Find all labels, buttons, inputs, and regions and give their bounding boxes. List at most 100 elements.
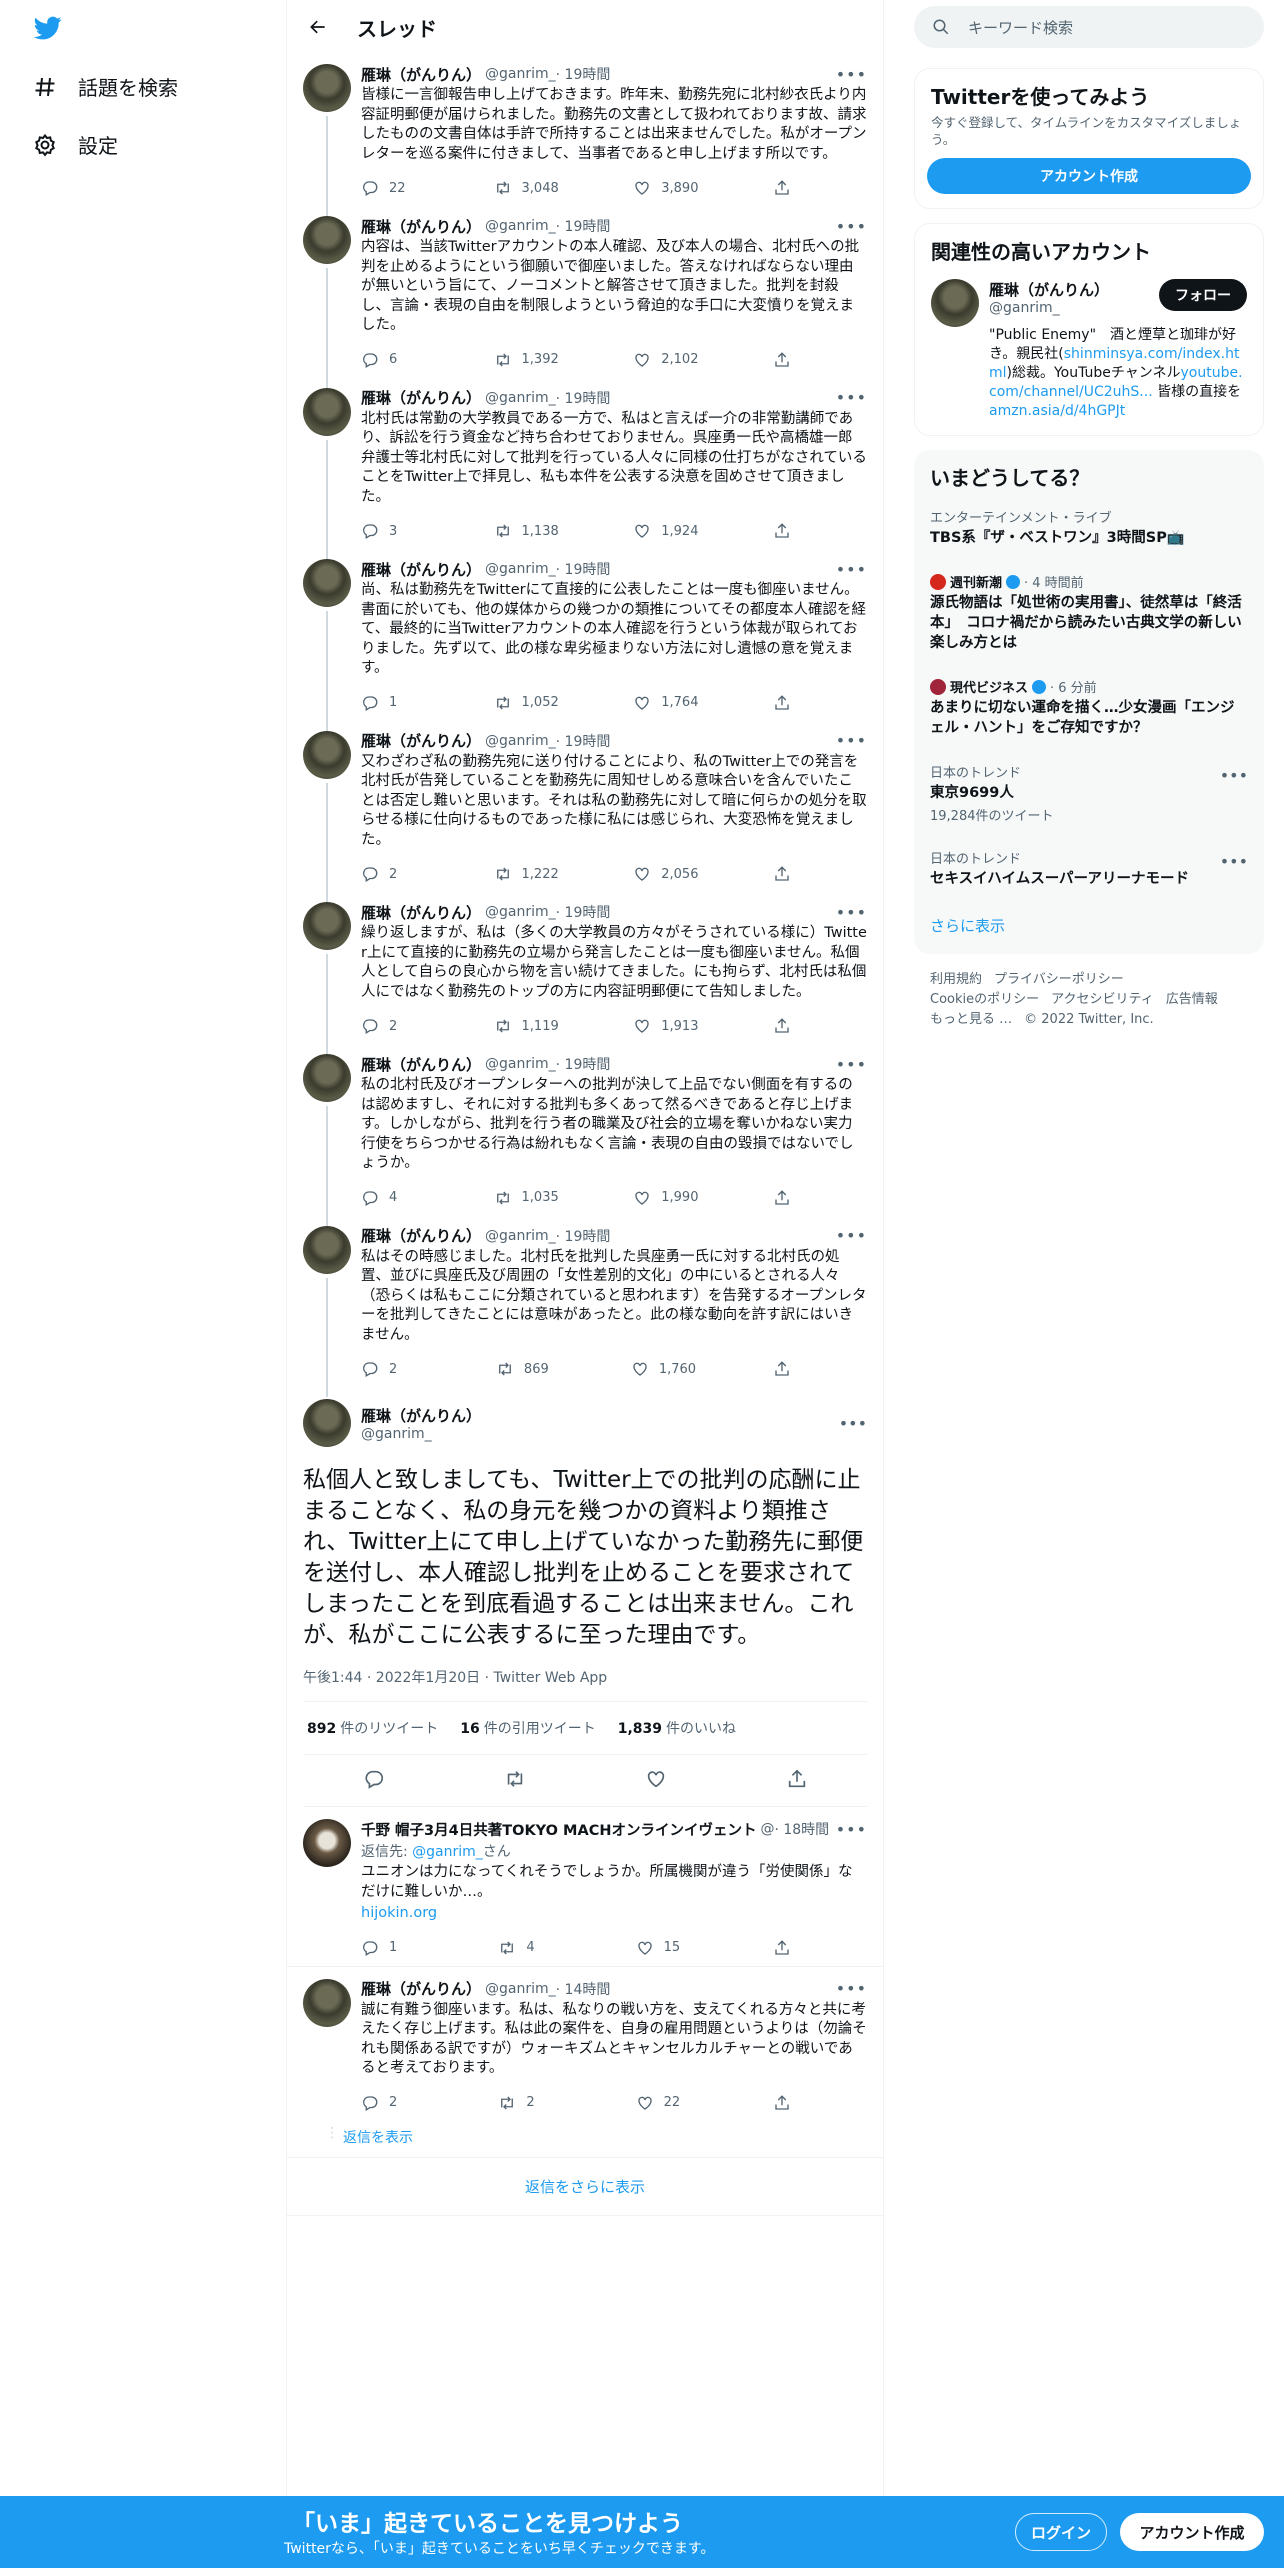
- avatar[interactable]: [931, 279, 979, 327]
- account-handle[interactable]: @ganrim_: [989, 300, 1109, 316]
- reply-button[interactable]: 6: [361, 351, 419, 369]
- more-icon[interactable]: •••: [836, 1820, 867, 1839]
- avatar[interactable]: [303, 1399, 351, 1447]
- show-replies-link[interactable]: ⋮ 返信を表示: [287, 2121, 883, 2157]
- more-icon[interactable]: •••: [836, 1979, 867, 1998]
- reply-button[interactable]: 2: [361, 1360, 419, 1378]
- retweet-button[interactable]: 1,035: [494, 1189, 559, 1207]
- author-handle[interactable]: @: [760, 1821, 774, 1837]
- author-name[interactable]: 雁琳（がんりん）: [361, 216, 481, 237]
- avatar[interactable]: [303, 1054, 351, 1102]
- avatar[interactable]: [303, 902, 351, 950]
- author-name[interactable]: 雁琳（がんりん）: [361, 1405, 481, 1426]
- tweet-timestamp[interactable]: 午後1:44 · 2022年1月20日 · Twitter Web App: [303, 1667, 867, 1702]
- author-handle[interactable]: @ganrim_: [485, 390, 556, 406]
- retweet-button[interactable]: 1,222: [494, 865, 559, 883]
- account-name[interactable]: 雁琳（がんりん）: [989, 279, 1109, 300]
- like-button[interactable]: 2,056: [633, 865, 698, 883]
- reply-button[interactable]: 2: [361, 1017, 419, 1035]
- author-name[interactable]: 雁琳（がんりん）: [361, 64, 481, 85]
- more-icon[interactable]: •••: [836, 1055, 867, 1074]
- search-input[interactable]: キーワード検索: [914, 6, 1264, 48]
- author-handle[interactable]: @ganrim_: [485, 1981, 556, 1997]
- show-more-link[interactable]: さらに表示: [914, 901, 1264, 954]
- trend-item[interactable]: 現代ビジネス · 6 分前 あまりに切ない運命を描く…少女漫画「エンジェル・ハント…: [914, 665, 1264, 750]
- author-name[interactable]: 雁琳（がんりん）: [361, 902, 481, 923]
- avatar[interactable]: [303, 387, 351, 436]
- avatar[interactable]: [303, 1978, 351, 2027]
- tweet-time[interactable]: · 19時間: [556, 1226, 611, 1246]
- reply-button[interactable]: 2: [361, 865, 419, 883]
- author-handle[interactable]: @ganrim_: [485, 1228, 556, 1244]
- avatar[interactable]: [303, 216, 351, 264]
- author-name[interactable]: 雁琳（がんりん）: [361, 730, 481, 751]
- avatar[interactable]: [303, 64, 351, 112]
- author-name[interactable]: 雁琳（がんりん）: [361, 1054, 481, 1075]
- retweet-button[interactable]: 1,119: [494, 1017, 559, 1035]
- retweet-button[interactable]: 3,048: [494, 179, 559, 197]
- trend-item[interactable]: 週刊新潮 · 4 時間前 源氏物語は「処世術の実用書」、徒然草は「終活本」 コロナ…: [914, 560, 1264, 665]
- thread-tweet[interactable]: 雁琳（がんりん） @ganrim_ · 19時間 ••• 私はその時感じました。北村氏を…: [287, 1216, 883, 1397]
- nav-settings[interactable]: 設定: [32, 130, 118, 159]
- author-handle[interactable]: @ganrim_: [485, 66, 556, 82]
- like-button[interactable]: 22: [636, 2094, 694, 2112]
- tweet-time[interactable]: · 19時間: [556, 1054, 611, 1074]
- author-name[interactable]: 雁琳（がんりん）: [361, 559, 481, 580]
- more-icon[interactable]: •••: [836, 65, 867, 84]
- reply-button[interactable]: 1: [361, 694, 419, 712]
- create-account-button[interactable]: アカウント作成: [927, 158, 1251, 194]
- footer-cookie[interactable]: Cookieのポリシー: [930, 992, 1039, 1007]
- share-icon[interactable]: [786, 1768, 808, 1794]
- share-button[interactable]: [773, 2094, 791, 2112]
- author-handle[interactable]: @ganrim_: [361, 1426, 481, 1442]
- share-button[interactable]: [773, 1939, 791, 1957]
- like-button[interactable]: 2,102: [633, 351, 698, 369]
- share-button[interactable]: [773, 522, 791, 540]
- tweet-time[interactable]: · 19時間: [556, 559, 611, 579]
- reply-icon[interactable]: [363, 1768, 385, 1794]
- reply-to-link[interactable]: @ganrim_: [412, 1844, 483, 1860]
- like-button[interactable]: 3,890: [633, 179, 698, 197]
- share-button[interactable]: [773, 1017, 791, 1035]
- tweet-time[interactable]: · 19時間: [556, 902, 611, 922]
- author-handle[interactable]: @ganrim_: [485, 904, 556, 920]
- reply-tweet[interactable]: 雁琳（がんりん） @ganrim_ · 14時間 ••• 誠に有難う御座います。…: [287, 1967, 883, 2121]
- reply-button[interactable]: 3: [361, 522, 419, 540]
- author-name[interactable]: 雁琳（がんりん）: [361, 387, 481, 408]
- follow-button[interactable]: フォロー: [1159, 279, 1247, 311]
- more-icon[interactable]: •••: [836, 217, 867, 236]
- author-handle[interactable]: @ganrim_: [485, 733, 556, 749]
- like-button[interactable]: 1,924: [633, 522, 698, 540]
- like-button[interactable]: 15: [636, 1939, 694, 1957]
- reply-tweet[interactable]: 千野 帽子3月4日共著TOKYO MACHオンラインイヴェント @ · 18時間…: [287, 1807, 883, 1967]
- thread-tweet[interactable]: 雁琳（がんりん） @ganrim_ · 19時間 ••• 繰り返しますが、私は（多くの大…: [287, 892, 883, 1054]
- author-handle[interactable]: @ganrim_: [485, 1056, 556, 1072]
- author-handle[interactable]: @ganrim_: [485, 218, 556, 234]
- thread-tweet[interactable]: 雁琳（がんりん） @ganrim_ · 19時間 ••• 尚、私は勤務先をTwitter…: [287, 549, 883, 731]
- share-button[interactable]: [773, 351, 791, 369]
- tweet-time[interactable]: · 19時間: [556, 731, 611, 751]
- tweet-time[interactable]: · 19時間: [556, 388, 611, 408]
- thread-tweet[interactable]: 雁琳（がんりん） @ganrim_ · 19時間 ••• 又わざわざ私の勤務先宛に送り付…: [287, 721, 883, 902]
- retweet-button[interactable]: 1,392: [494, 351, 559, 369]
- author-name[interactable]: 雁琳（がんりん）: [361, 1978, 481, 1999]
- retweet-button[interactable]: 4: [498, 1939, 556, 1957]
- like-button[interactable]: 1,913: [633, 1017, 698, 1035]
- retweets-stat[interactable]: 892 件のリツイート: [307, 1718, 438, 1738]
- author-name[interactable]: 雁琳（がんりん）: [361, 1225, 481, 1246]
- trend-item[interactable]: 日本のトレンド 東京9699人 19,284件のツイート •••: [914, 750, 1264, 836]
- twitter-logo-icon[interactable]: [32, 14, 64, 42]
- share-button[interactable]: [773, 179, 791, 197]
- likes-stat[interactable]: 1,839 件のいいね: [618, 1718, 736, 1738]
- reply-button[interactable]: 2: [361, 2094, 419, 2112]
- like-button[interactable]: 1,760: [631, 1360, 696, 1378]
- quotes-stat[interactable]: 16 件の引用ツイート: [460, 1718, 595, 1738]
- more-icon[interactable]: •••: [836, 903, 867, 922]
- trend-item[interactable]: 日本のトレンド セキスイハイムスーパーアリーナモード •••: [914, 836, 1264, 901]
- retweet-button[interactable]: 1,138: [494, 522, 559, 540]
- thread-tweet[interactable]: 雁琳（がんりん） @ganrim_ · 19時間 ••• 内容は、当該Twitterアカ…: [287, 206, 883, 388]
- retweet-button[interactable]: 2: [498, 2094, 556, 2112]
- footer-terms[interactable]: 利用規約: [930, 972, 982, 987]
- more-icon[interactable]: •••: [1220, 766, 1248, 785]
- thread-tweet[interactable]: 雁琳（がんりん） @ganrim_ · 19時間 ••• 皆様に一言御報告申し上げておき…: [287, 54, 883, 216]
